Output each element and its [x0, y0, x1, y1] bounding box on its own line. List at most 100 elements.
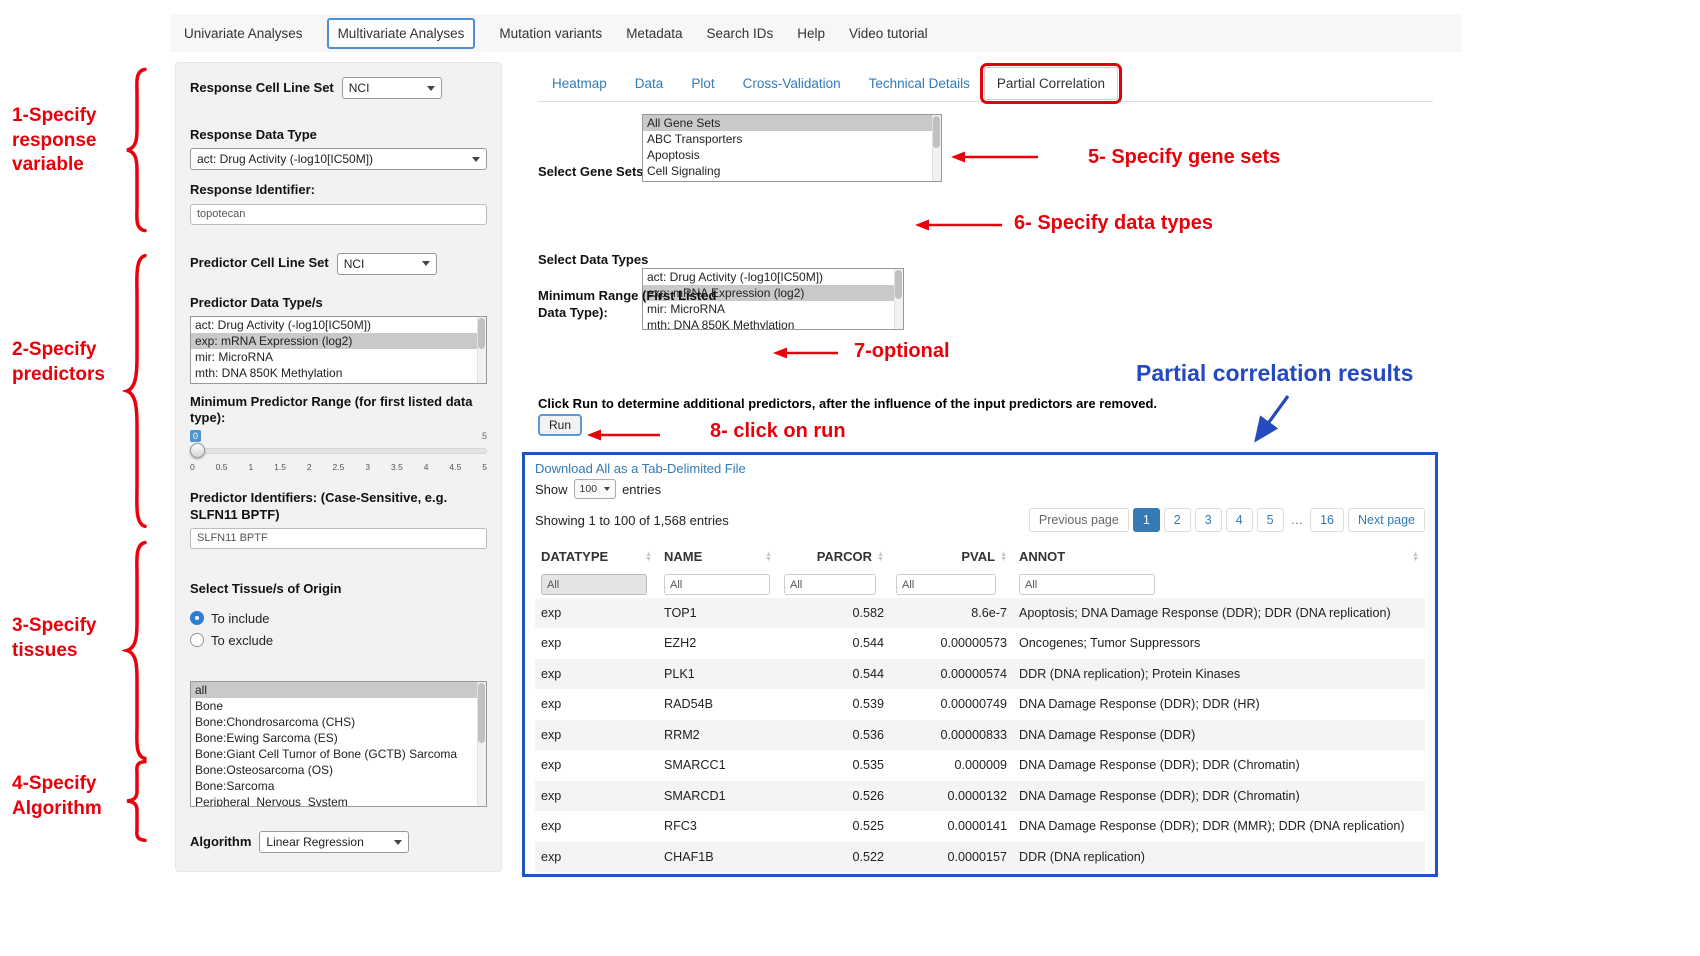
- filter-name-input[interactable]: [664, 574, 770, 595]
- column-header-annot[interactable]: ANNOT ▲▼: [1013, 542, 1425, 571]
- scrollbar[interactable]: [932, 115, 941, 181]
- list-item[interactable]: act: Drug Activity (-log10[IC50M]): [191, 317, 486, 333]
- chevron-down-icon: [427, 86, 435, 91]
- page-4-button[interactable]: 4: [1226, 508, 1253, 532]
- tab-technical-details[interactable]: Technical Details: [855, 67, 984, 100]
- scrollbar-thumb[interactable]: [933, 116, 940, 148]
- cell-pval: 0.0000132: [890, 781, 1013, 811]
- predictor-cell-line-set-label: Predictor Cell Line Set: [190, 255, 329, 271]
- scrollbar-thumb[interactable]: [478, 318, 485, 350]
- slider-track[interactable]: [190, 448, 487, 454]
- tick-label: 1.5: [274, 462, 286, 472]
- table-row[interactable]: exp SMARCD1 0.526 0.0000132 DNA Damage R…: [535, 781, 1425, 811]
- algorithm-select[interactable]: Linear Regression: [259, 831, 409, 853]
- nav-metadata[interactable]: Metadata: [626, 26, 682, 41]
- annotation-step8: 8- click on run: [710, 418, 846, 444]
- table-row[interactable]: exp SMARCC1 0.535 0.000009 DNA Damage Re…: [535, 750, 1425, 780]
- predictor-data-types-label: Predictor Data Type/s: [190, 295, 487, 311]
- list-item[interactable]: mth: DNA 850K Methylation: [191, 365, 486, 381]
- nav-multivariate-analyses[interactable]: Multivariate Analyses: [327, 18, 476, 49]
- column-header-label: ANNOT: [1019, 549, 1065, 564]
- column-header-pval[interactable]: PVAL ▲▼: [890, 542, 1013, 571]
- entries-count-select[interactable]: 100: [574, 479, 617, 499]
- response-identifier-input[interactable]: [190, 204, 487, 225]
- scrollbar-thumb[interactable]: [478, 683, 485, 743]
- column-header-parcor[interactable]: PARCOR ▲▼: [778, 542, 890, 571]
- scrollbar-thumb[interactable]: [895, 270, 902, 299]
- table-row[interactable]: exp CHAF1B 0.522 0.0000157 DDR (DNA repl…: [535, 842, 1425, 872]
- nav-help[interactable]: Help: [797, 26, 825, 41]
- cell-name: CHAF1B: [658, 842, 778, 872]
- tissue-exclude-option[interactable]: To exclude: [190, 629, 487, 651]
- list-item[interactable]: all: [191, 682, 486, 698]
- run-button[interactable]: Run: [538, 414, 582, 436]
- table-row[interactable]: exp RAD54B 0.539 0.00000749 DNA Damage R…: [535, 689, 1425, 719]
- filter-parcor-input[interactable]: [784, 574, 876, 595]
- tab-cross-validation[interactable]: Cross-Validation: [729, 67, 855, 100]
- list-item[interactable]: mir: MicroRNA: [191, 349, 486, 365]
- tab-heatmap[interactable]: Heatmap: [538, 67, 621, 100]
- tissue-include-option[interactable]: To include: [190, 607, 487, 629]
- nav-univariate-analyses[interactable]: Univariate Analyses: [184, 26, 303, 41]
- sort-icon: ▲▼: [765, 552, 772, 562]
- previous-page-button[interactable]: Previous page: [1029, 508, 1129, 532]
- list-item[interactable]: Bone:Giant Cell Tumor of Bone (GCTB) Sar…: [191, 746, 486, 762]
- filter-datatype-input[interactable]: [541, 574, 647, 595]
- list-item[interactable]: Bone: [191, 698, 486, 714]
- tab-data[interactable]: Data: [621, 67, 678, 100]
- annotation-step7: 7-optional: [854, 338, 950, 364]
- predictor-identifiers-label: Predictor Identifiers: (Case-Sensitive, …: [190, 490, 487, 523]
- list-item[interactable]: Peripheral_Nervous_System: [191, 794, 486, 807]
- response-cell-line-set-select[interactable]: NCI: [342, 77, 442, 99]
- tick-label: 0.5: [216, 462, 228, 472]
- table-row[interactable]: exp EZH2 0.544 0.00000573 Oncogenes; Tum…: [535, 628, 1425, 658]
- list-item[interactable]: All Gene Sets: [643, 115, 941, 131]
- cell-parcor: 0.535: [778, 750, 890, 780]
- nav-search-ids[interactable]: Search IDs: [706, 26, 773, 41]
- list-item[interactable]: Bone:Ewing Sarcoma (ES): [191, 730, 486, 746]
- cell-parcor: 0.525: [778, 811, 890, 841]
- cell-annot: DDR (DNA replication): [1013, 842, 1425, 872]
- tab-plot[interactable]: Plot: [677, 67, 728, 100]
- scrollbar[interactable]: [894, 269, 903, 329]
- page-5-button[interactable]: 5: [1257, 508, 1284, 532]
- radio-label: To exclude: [211, 633, 273, 648]
- filter-pval-input[interactable]: [896, 574, 996, 595]
- cell-datatype: exp: [535, 842, 658, 872]
- list-item[interactable]: Cell Signaling: [643, 163, 941, 179]
- list-item[interactable]: act: Drug Activity (-log10[IC50M]): [643, 269, 903, 285]
- nav-mutation-variants[interactable]: Mutation variants: [499, 26, 602, 41]
- page-3-button[interactable]: 3: [1195, 508, 1222, 532]
- response-data-type-select[interactable]: act: Drug Activity (-log10[IC50M]): [190, 148, 487, 170]
- slider-handle[interactable]: [190, 443, 205, 458]
- list-item[interactable]: ABC Transporters: [643, 131, 941, 147]
- cell-annot: DNA Damage Response (DDR); DDR (MMR); DD…: [1013, 811, 1425, 841]
- predictor-cell-line-set-select[interactable]: NCI: [337, 253, 437, 275]
- table-row[interactable]: exp RRM2 0.536 0.00000833 DNA Damage Res…: [535, 720, 1425, 750]
- list-item[interactable]: Bone:Osteosarcoma (OS): [191, 762, 486, 778]
- tab-partial-correlation[interactable]: Partial Correlation: [984, 67, 1118, 100]
- list-item[interactable]: Bone:Chondrosarcoma (CHS): [191, 714, 486, 730]
- table-row[interactable]: exp TOP1 0.582 8.6e-7 Apoptosis; DNA Dam…: [535, 598, 1425, 628]
- filter-annot-input[interactable]: [1019, 574, 1155, 595]
- table-row[interactable]: exp RFC3 0.525 0.0000141 DNA Damage Resp…: [535, 811, 1425, 841]
- page-2-button[interactable]: 2: [1164, 508, 1191, 532]
- scrollbar[interactable]: [477, 682, 486, 806]
- predictor-identifiers-input[interactable]: [190, 528, 487, 549]
- list-item[interactable]: Apoptosis: [643, 147, 941, 163]
- scrollbar[interactable]: [477, 317, 486, 383]
- nav-video-tutorial[interactable]: Video tutorial: [849, 26, 928, 41]
- list-item[interactable]: exp: mRNA Expression (log2): [191, 333, 486, 349]
- download-link[interactable]: Download All as a Tab-Delimited File: [535, 461, 746, 476]
- min-predictor-range-label: Minimum Predictor Range (for first liste…: [190, 394, 487, 427]
- table-row[interactable]: exp PLK1 0.544 0.00000574 DDR (DNA repli…: [535, 659, 1425, 689]
- radio-label: To include: [211, 611, 270, 626]
- next-page-button[interactable]: Next page: [1348, 508, 1425, 532]
- column-header-datatype[interactable]: DATATYPE ▲▼: [535, 542, 658, 571]
- page-16-button[interactable]: 16: [1310, 508, 1344, 532]
- tissue-listbox: all Bone Bone:Chondrosarcoma (CHS) Bone:…: [190, 681, 487, 807]
- column-header-name[interactable]: NAME ▲▼: [658, 542, 778, 571]
- page-1-button[interactable]: 1: [1133, 508, 1160, 532]
- min-predictor-range-slider[interactable]: 0 5 0 0.5 1 1.5 2 2.5 3 3.5 4 4.5 5: [190, 430, 487, 474]
- list-item[interactable]: Bone:Sarcoma: [191, 778, 486, 794]
